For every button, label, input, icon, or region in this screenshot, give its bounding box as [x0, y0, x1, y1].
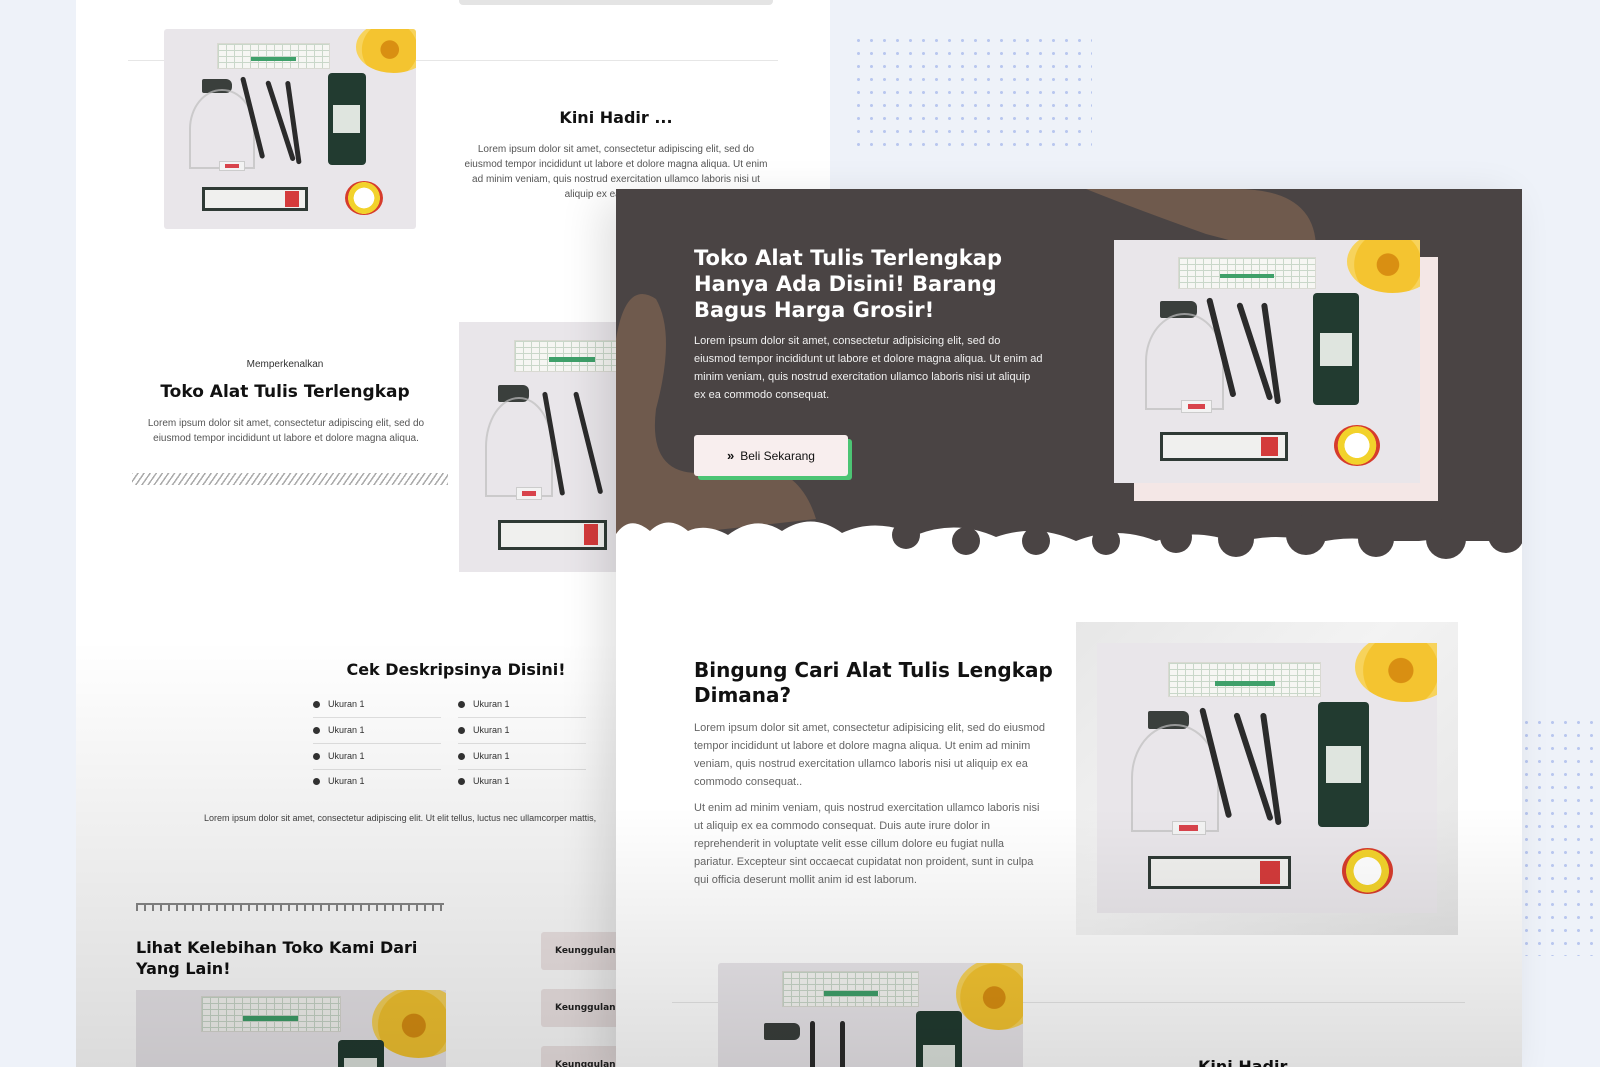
spec-item: Ukuran 1	[313, 776, 365, 786]
section3-title: Kini Hadir	[1198, 1057, 1288, 1067]
buy-now-label: Beli Sekarang	[740, 448, 815, 463]
spec-item: Ukuran 1	[458, 776, 510, 786]
spec-divider	[313, 743, 441, 744]
bullet-icon	[313, 726, 320, 734]
hero-product-photo	[1114, 240, 1420, 483]
section-product-photo	[1097, 643, 1437, 913]
wave-divider	[136, 903, 444, 911]
spec-item: Ukuran 1	[458, 725, 510, 735]
hatch-divider	[132, 473, 448, 485]
bullet-icon	[458, 752, 465, 760]
spec-item: Ukuran 1	[458, 699, 510, 709]
buy-now-button[interactable]: » Beli Sekarang	[694, 435, 848, 476]
spec-divider	[313, 717, 441, 718]
dot-pattern-top	[852, 34, 1092, 152]
bullet-icon	[313, 700, 320, 708]
spec-divider	[313, 769, 441, 770]
product-photo-advantages	[136, 990, 446, 1067]
product-photo-kini-hadir	[164, 29, 416, 229]
description-footer-text: Lorem ipsum dolor sit amet, consectetur …	[204, 813, 597, 823]
section-paragraph-1: Lorem ipsum dolor sit amet, consectetur …	[694, 722, 1045, 788]
section3-product-photo	[718, 963, 1023, 1067]
spec-divider	[458, 717, 586, 718]
bullet-icon	[458, 700, 465, 708]
spec-divider	[458, 743, 586, 744]
hero-text: Lorem ipsum dolor sit amet, consectetur …	[694, 335, 1043, 401]
spec-item: Ukuran 1	[313, 751, 365, 761]
intro-title: Toko Alat Tulis Terlengkap	[160, 382, 410, 402]
bullet-icon	[313, 752, 320, 760]
spec-item: Ukuran 1	[458, 751, 510, 761]
intro-label: Memperkenalkan	[246, 359, 324, 370]
bullet-icon	[458, 726, 465, 734]
spec-item: Ukuran 1	[313, 699, 365, 709]
section-paragraph-2: Ut enim ad minim veniam, quis nostrud ex…	[694, 802, 1040, 886]
intro-text: Lorem ipsum dolor sit amet, consectetur …	[147, 418, 425, 444]
description-title: Cek Deskripsinya Disini!	[346, 660, 566, 679]
section-title: Bingung Cari Alat Tulis Lengkap Dimana?	[694, 658, 1053, 707]
dot-pattern-right	[1520, 716, 1594, 956]
bullet-icon	[458, 777, 465, 785]
double-chevron-right-icon: »	[727, 448, 735, 463]
top-stub	[459, 0, 773, 5]
spec-divider	[458, 769, 586, 770]
spec-item: Ukuran 1	[313, 725, 365, 735]
advantages-title: Lihat Kelebihan Toko Kami Dari Yang Lain…	[136, 938, 418, 978]
bullet-icon	[313, 777, 320, 785]
front-page-preview: Toko Alat Tulis Terlengkap Hanya Ada Dis…	[616, 189, 1522, 1067]
kini-hadir-title: Kini Hadir ...	[559, 108, 673, 127]
hero-title: Toko Alat Tulis Terlengkap Hanya Ada Dis…	[694, 246, 1002, 322]
